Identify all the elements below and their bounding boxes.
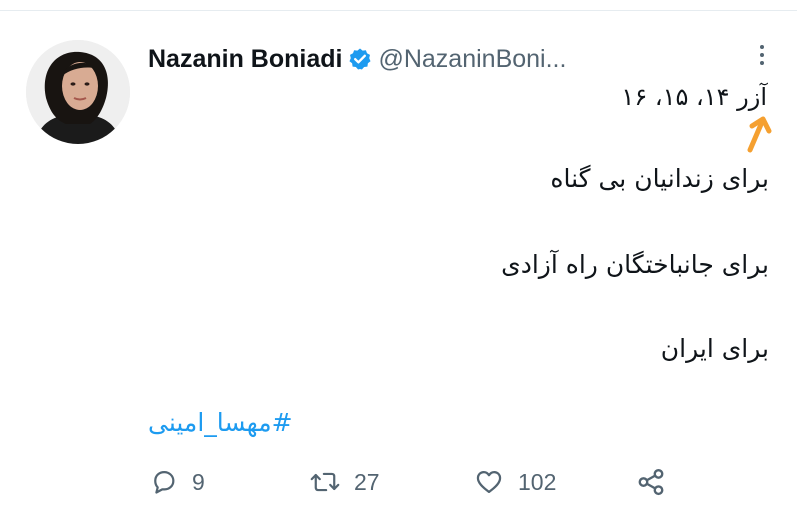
more-options-icon[interactable] [754,40,770,70]
tweet-text-line-1: برای زندانیان بی گناه [550,164,769,193]
reply-button[interactable]: 9 [150,462,205,502]
tweet-actions: 9 27 102 [0,462,797,502]
share-icon [638,468,664,496]
author-handle[interactable]: @NazaninBoni... [378,45,566,74]
avatar[interactable] [26,40,130,144]
like-button[interactable]: 102 [474,462,556,502]
tweet-header: Nazanin Boniadi @NazaninBoni... [148,42,566,76]
annotation-arrow-icon [747,116,772,153]
reply-count: 9 [192,468,205,495]
tweet-text-line-3: برای ایران [660,334,769,363]
retweet-icon [310,472,340,492]
hashtag-link[interactable]: #مهسا_امینی [148,408,293,437]
author-display-name[interactable]: Nazanin Boniadi [148,45,342,74]
profile-photo-icon [26,40,130,144]
verified-badge-icon [348,47,372,71]
reply-icon [154,470,175,494]
retweet-count: 27 [354,468,380,495]
retweet-button[interactable]: 27 [310,462,380,502]
tweet-text-line-2: برای جانباختگان راه آزادی [501,250,769,279]
top-divider [0,10,797,11]
tweet-date: آزر ۱۴، ۱۵، ۱۶ [621,83,767,111]
share-button[interactable] [636,462,666,502]
heart-icon [476,470,502,494]
like-count: 102 [518,468,557,495]
